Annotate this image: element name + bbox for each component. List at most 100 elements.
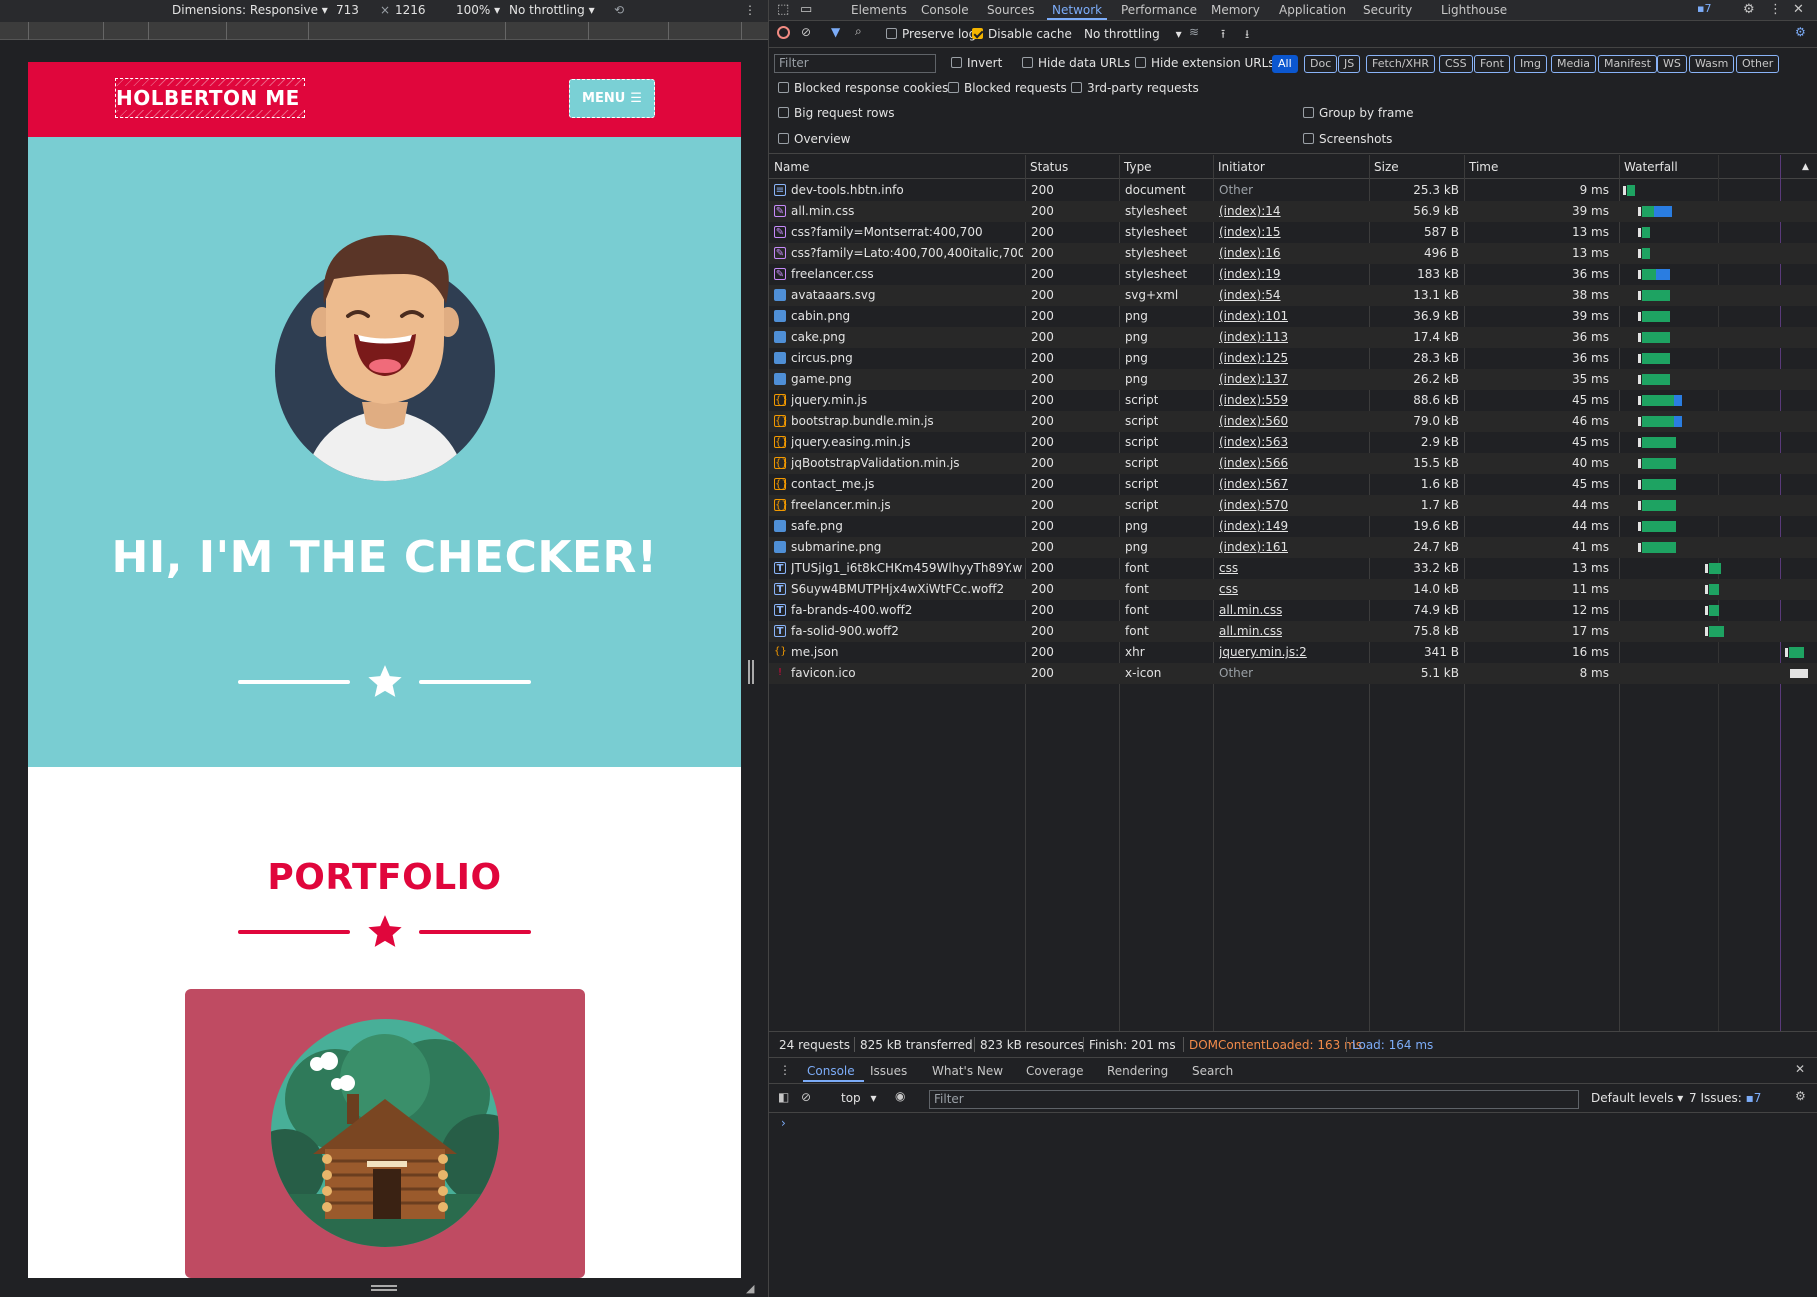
group-by-frame-checkbox[interactable]: Group by frame [1303,106,1413,120]
resize-handle-vertical[interactable] [748,660,754,684]
third-party-requests-checkbox[interactable]: 3rd-party requests [1071,81,1199,95]
request-initiator[interactable]: (index):137 [1219,372,1288,386]
drawer-tab-search[interactable]: Search [1192,1064,1233,1078]
tab-sources[interactable]: Sources [987,3,1034,17]
menu-button[interactable]: MENU ☰ [569,79,655,118]
throttling-select[interactable]: No throttling ▾ [1084,27,1182,41]
disable-cache-checkbox[interactable]: Disable cache [972,27,1072,41]
table-row[interactable]: ✎ css?family=Montserrat:400,700 200 stylesh… [769,222,1817,243]
filter-chip-fetch-xhr[interactable]: Fetch/XHR [1366,55,1435,73]
table-row[interactable]: cabin.png 200 png (index):101 36.9 kB 39 ms [769,306,1817,327]
sidebar-toggle-icon[interactable]: ◧ [778,1090,789,1104]
dimensions-select[interactable]: Dimensions: Responsive ▾ [172,3,328,17]
tab-lighthouse[interactable]: Lighthouse [1441,3,1507,17]
request-initiator[interactable]: (index):567 [1219,477,1288,491]
filter-input[interactable]: Filter [774,54,936,73]
request-initiator[interactable]: css [1219,561,1238,575]
request-initiator[interactable]: all.min.css [1219,603,1282,617]
drawer-tab-whats-new[interactable]: What's New [932,1064,1003,1078]
record-stop-icon[interactable] [777,26,790,39]
filter-chip-img[interactable]: Img [1514,55,1547,73]
request-initiator[interactable]: (index):566 [1219,456,1288,470]
settings-gear-icon[interactable]: ⚙ [1743,2,1755,17]
table-row[interactable]: circus.png 200 png (index):125 28.3 kB 36 ms [769,348,1817,369]
log-levels-select[interactable]: Default levels ▾ [1591,1091,1683,1105]
console-issues-counter[interactable]: 7 Issues: ▪7 [1689,1091,1761,1105]
request-initiator[interactable]: (index):125 [1219,351,1288,365]
tab-elements[interactable]: Elements [851,3,907,17]
drawer-menu-icon[interactable]: ⋮ [779,1063,791,1077]
filter-chip-other[interactable]: Other [1736,55,1780,73]
console-settings-gear-icon[interactable]: ⚙ [1795,1089,1806,1103]
filter-funnel-icon[interactable]: ▼ [831,25,840,39]
table-row[interactable]: submarine.png 200 png (index):161 24.7 kB 41 … [769,537,1817,558]
request-initiator[interactable]: all.min.css [1219,624,1282,638]
filter-chip-manifest[interactable]: Manifest [1598,55,1657,73]
table-row[interactable]: {} jquery.min.js 200 script (index):559 88.6 … [769,390,1817,411]
table-row[interactable]: safe.png 200 png (index):149 19.6 kB 44 ms [769,516,1817,537]
request-initiator[interactable]: (index):560 [1219,414,1288,428]
table-row[interactable]: {} me.json 200 xhr jquery.min.js:2 341 B 16 ms [769,642,1817,663]
request-initiator[interactable]: (index):149 [1219,519,1288,533]
network-conditions-icon[interactable]: ≋ [1189,25,1199,39]
column-header-status[interactable]: Status [1030,160,1068,174]
zoom-select[interactable]: 100% ▾ [456,3,500,17]
request-initiator[interactable]: (index):563 [1219,435,1288,449]
request-initiator[interactable]: (index):570 [1219,498,1288,512]
rotate-icon[interactable]: ⟲ [614,3,624,17]
table-row[interactable]: T JTUSjIg1_i6t8kCHKm459WlhyyTh89Y.woff2 20… [769,558,1817,579]
resize-handle-horizontal[interactable] [371,1285,397,1291]
console-filter-input[interactable]: Filter [929,1090,1579,1109]
close-devtools-icon[interactable]: ✕ [1793,2,1804,17]
table-row[interactable]: ! favicon.ico 200 x-icon Other 5.1 kB 8 ms [769,663,1817,684]
table-row[interactable]: ✎ all.min.css 200 stylesheet (index):14 56.9 … [769,201,1817,222]
request-initiator[interactable]: (index):161 [1219,540,1288,554]
tab-network[interactable]: Network [1052,3,1102,17]
network-settings-gear-icon[interactable]: ⚙ [1795,25,1806,39]
column-header-time[interactable]: Time [1469,160,1498,174]
column-header-initiator[interactable]: Initiator [1218,160,1265,174]
console-prompt[interactable]: › [781,1116,786,1130]
table-row[interactable]: Tfa-brands-400.woff2 200 font all.min.css 74… [769,600,1817,621]
screenshots-checkbox[interactable]: Screenshots [1303,132,1392,146]
tab-memory[interactable]: Memory [1211,3,1260,17]
table-row[interactable]: ≡ dev-tools.hbtn.info 200 document Other 25.3… [769,180,1817,201]
filter-chip-all[interactable]: All [1272,55,1298,73]
invert-checkbox[interactable]: Invert [951,56,1002,70]
tab-console[interactable]: Console [921,3,969,17]
filter-chip-media[interactable]: Media [1551,55,1597,73]
column-header-name[interactable]: Name [774,160,809,174]
column-header-size[interactable]: Size [1374,160,1399,174]
width-input[interactable]: 713 [336,3,359,17]
brand-link[interactable]: HOLBERTON ME [116,86,314,110]
drawer-tab-console[interactable]: Console [807,1064,855,1078]
hide-extension-urls-checkbox[interactable]: Hide extension URLs [1135,56,1275,70]
portfolio-item-cabin[interactable] [185,989,585,1278]
request-initiator[interactable]: css [1219,582,1238,596]
preserve-log-checkbox[interactable]: Preserve log [886,27,976,41]
more-options-icon[interactable]: ⋮ [744,3,756,17]
drawer-tab-coverage[interactable]: Coverage [1026,1064,1084,1078]
device-toggle-icon[interactable]: ▭ [800,2,812,17]
request-initiator[interactable]: (index):113 [1219,330,1288,344]
table-row[interactable]: ✎ css?family=Lato:400,700,400italic,700it… [769,243,1817,264]
search-icon[interactable]: ⌕ [855,24,862,39]
request-initiator[interactable]: (index):101 [1219,309,1288,323]
blocked-requests-checkbox[interactable]: Blocked requests [948,81,1067,95]
column-header-type[interactable]: Type [1124,160,1152,174]
request-initiator[interactable]: (index):14 [1219,204,1281,218]
live-expression-eye-icon[interactable]: ◉ [895,1089,905,1103]
export-har-icon[interactable]: ⭳ [1245,25,1249,46]
filter-chip-js[interactable]: JS [1338,55,1361,73]
request-initiator[interactable]: (index):19 [1219,267,1281,281]
tab-performance[interactable]: Performance [1121,3,1197,17]
request-initiator[interactable]: (index):16 [1219,246,1281,260]
table-row[interactable]: avataaars.svg 200 svg+xml (index):54 13.1 kB… [769,285,1817,306]
table-row[interactable]: Tfa-solid-900.woff2 200 font all.min.css 75.… [769,621,1817,642]
request-initiator[interactable]: (index):54 [1219,288,1281,302]
context-select[interactable]: top ▾ [841,1091,877,1105]
close-drawer-icon[interactable]: ✕ [1795,1062,1805,1076]
height-input[interactable]: 1216 [395,3,426,17]
table-row[interactable]: {} jquery.easing.min.js 200 script (index):5… [769,432,1817,453]
overview-checkbox[interactable]: Overview [778,132,851,146]
